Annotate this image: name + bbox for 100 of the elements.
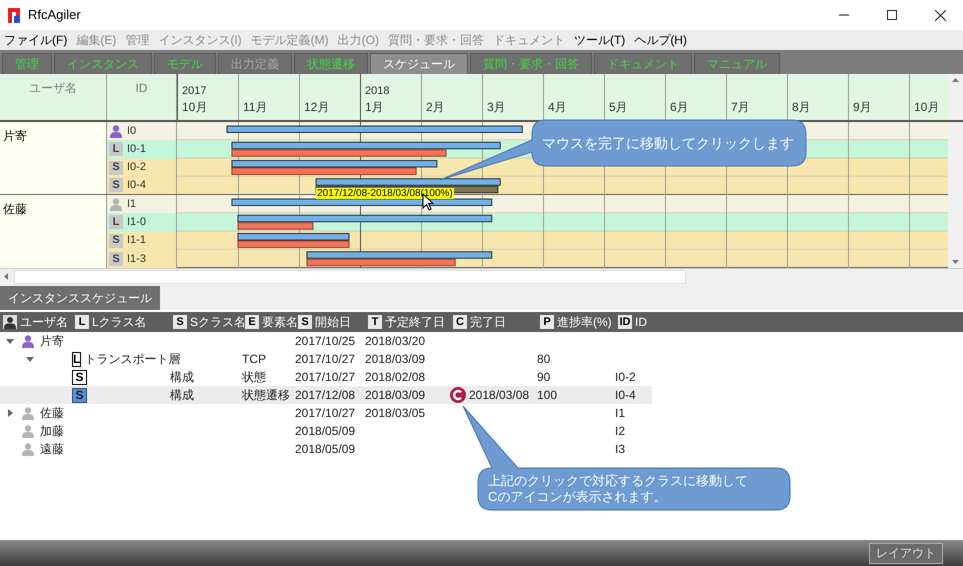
progress-value: 80 [537, 352, 550, 366]
month-label: 2月 [426, 99, 446, 116]
month-label: 9月 [853, 99, 873, 116]
end-date: 2018/03/05 [365, 406, 426, 420]
column-badge: S [298, 315, 312, 329]
person-icon [3, 315, 17, 329]
menu-item[interactable]: ツール(T) [574, 31, 626, 49]
month-label: 3月 [487, 99, 507, 116]
user-name: 片寄 [40, 333, 64, 350]
end-date: 2018/02/08 [365, 370, 426, 384]
column-header[interactable]: 開始日 [315, 313, 351, 331]
scrollbar[interactable] [948, 74, 963, 120]
start-date: 2018/05/09 [295, 442, 356, 456]
class-type-badge: L [72, 352, 82, 366]
instance-id: I1-1 [127, 233, 146, 248]
month-label: 12月 [304, 99, 330, 116]
instance-id: I0-1 [127, 142, 146, 158]
window-title: RfcAgiler [28, 6, 81, 24]
column-header[interactable]: 予定終了日 [385, 313, 445, 331]
year-label: 2018 [365, 85, 390, 97]
year-label: 2017 [182, 85, 206, 97]
column-header: ID [136, 80, 148, 97]
class-name: トランスポート層 [84, 351, 180, 368]
expand-arrow-icon[interactable] [8, 409, 12, 417]
menu-item[interactable]: ファイル(F) [4, 31, 68, 49]
completion-date: 2018/03/08 [469, 387, 530, 404]
month-label: 1月 [365, 99, 385, 116]
column-header[interactable]: 要素名 [262, 313, 298, 331]
element-name: 状態遷移 [242, 388, 290, 402]
progress-value: 100 [537, 388, 558, 402]
end-date: 2018/03/20 [365, 334, 426, 348]
class-name: 構成 [170, 370, 194, 384]
instance-id: I0 [127, 124, 136, 139]
menu-item[interactable]: ヘルプ(H) [634, 31, 687, 49]
start-date: 2017/10/27 [295, 406, 356, 420]
class-name: 構成 [170, 388, 194, 402]
instance-id: I0-4 [127, 178, 146, 194]
tree-row[interactable]: S 構成 状態遷移 2017/12/08 2018/03/09 2018/03/08 100 I0-4 [0, 386, 652, 404]
scrollbar-thumb[interactable] [14, 270, 686, 284]
scrollbar[interactable] [948, 122, 963, 268]
end-date: 2018/03/09 [365, 388, 426, 402]
class-type-badge: S [109, 234, 123, 248]
scroll-up-icon[interactable] [952, 78, 959, 82]
column-header[interactable]: ID [635, 313, 647, 331]
layout-button[interactable]: レイアウト [869, 542, 943, 564]
element-name: 状態 [242, 370, 266, 384]
start-date: 2017/10/27 [295, 352, 356, 366]
class-type-badge: S [72, 370, 87, 384]
instance-id: I0-2 [615, 370, 636, 384]
instance-id: I2 [615, 424, 626, 438]
column-header[interactable]: 進捗率(%) [557, 313, 612, 331]
column-header[interactable]: 完了日 [470, 313, 506, 331]
class-type-badge: S [109, 252, 123, 266]
column-badge: T [368, 315, 382, 329]
user-name: 片寄 [3, 129, 27, 143]
scroll-down-icon[interactable] [952, 260, 959, 264]
column-header[interactable]: ユーザ名 [20, 313, 68, 331]
column-badge: S [173, 315, 187, 329]
scroll-left-icon[interactable] [4, 273, 8, 280]
element-name: TCP [242, 352, 266, 366]
month-label: 11月 [243, 99, 268, 116]
month-label: 10月 [914, 99, 940, 116]
end-date: 2018/03/09 [365, 352, 426, 366]
tooltip: 2017/12/08-2018/03/08(100%) [316, 188, 454, 199]
class-type-badge: L [109, 215, 123, 230]
class-type-badge: S [109, 160, 123, 175]
start-date: 2017/12/08 [295, 388, 356, 402]
collapse-arrow-icon[interactable] [26, 356, 34, 362]
month-label: 8月 [792, 99, 812, 116]
close-icon[interactable] [935, 10, 946, 20]
instance-id: I1 [127, 196, 136, 212]
user-name: 遠藤 [40, 441, 64, 458]
tab[interactable]: スケジュール [370, 53, 468, 74]
month-label: 5月 [609, 99, 629, 116]
column-badge: ID [618, 315, 632, 329]
scrollbar[interactable] [0, 268, 963, 284]
instance-id: I0-4 [615, 388, 636, 402]
collapse-arrow-icon[interactable] [6, 338, 14, 344]
user-name: 加藤 [40, 423, 64, 440]
column-badge: P [540, 315, 554, 329]
user-name: 佐藤 [40, 405, 64, 422]
instance-id: I1-3 [127, 252, 146, 267]
instance-id: I1-0 [127, 215, 146, 230]
column-header: ユーザ名 [29, 80, 77, 97]
completion-icon [450, 387, 466, 403]
month-label: 4月 [548, 99, 568, 116]
maximize-icon[interactable] [887, 10, 897, 20]
class-type-badge: L [109, 142, 123, 156]
column-badge: L [75, 315, 89, 329]
column-badge: E [245, 315, 259, 329]
month-label: 7月 [731, 99, 751, 116]
class-type-badge: S [72, 388, 87, 402]
column-header[interactable]: Sクラス名 [190, 313, 246, 331]
start-date: 2017/10/25 [295, 334, 356, 348]
panel-tab[interactable]: インスタンススケジュール [0, 286, 160, 310]
class-type-badge: S [109, 178, 123, 192]
column-header[interactable]: Lクラス名 [92, 313, 147, 331]
column-badge: C [453, 315, 467, 329]
app-logo-icon [8, 8, 22, 22]
instance-id: I0-2 [127, 160, 146, 176]
